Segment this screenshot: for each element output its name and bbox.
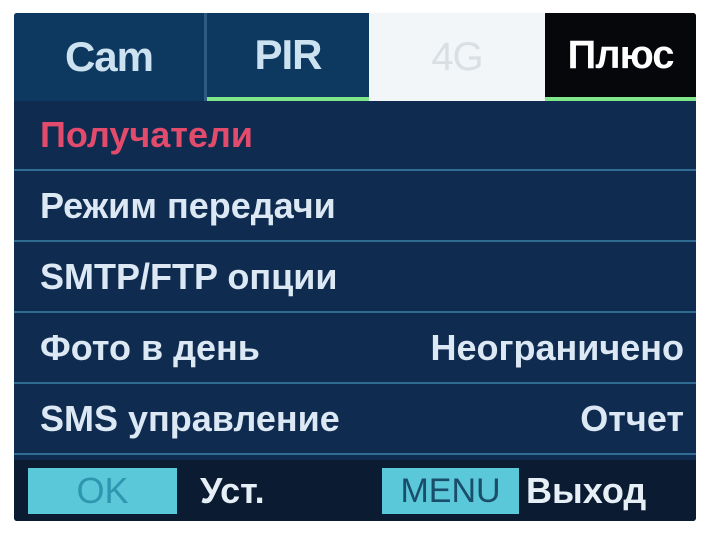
menu-item-label: Режим передачи (40, 184, 336, 226)
menu-item-transfer-mode[interactable]: Режим передачи (14, 171, 696, 242)
menu-action-label: Выход (526, 470, 647, 511)
menu-item-label: Получатели (40, 114, 253, 155)
tab-plus[interactable]: Плюс (545, 13, 696, 101)
ok-action-label: Уст. (200, 470, 265, 511)
footer-bar: OK Уст. MENU Выход (14, 460, 696, 521)
menu-item-photos-per-day[interactable]: Фото в день Неограничено (14, 313, 696, 384)
tab-4g[interactable]: 4G (369, 13, 545, 101)
tab-bar: Cam PIR 4G Плюс (14, 13, 696, 101)
menu-item-value: Отчет (580, 397, 684, 439)
tab-cam[interactable]: Cam (14, 13, 207, 101)
settings-menu: Получатели Режим передачи SMTP/FTP опции… (14, 101, 696, 455)
menu-item-label: Фото в день (40, 326, 260, 368)
menu-item-value: Неограничено (430, 326, 684, 368)
tab-pir[interactable]: PIR (207, 13, 369, 101)
menu-item-sms-control[interactable]: SMS управление Отчет (14, 384, 696, 455)
ok-button[interactable]: OK (28, 468, 177, 514)
menu-item-label: SMS управление (40, 397, 340, 439)
menu-item-recipients[interactable]: Получатели (14, 101, 696, 171)
menu-button[interactable]: MENU (382, 468, 519, 514)
menu-item-label: SMTP/FTP опции (40, 255, 338, 297)
camera-settings-screen: Cam PIR 4G Плюс Получатели Режим передач… (14, 13, 696, 521)
menu-item-smtp-ftp[interactable]: SMTP/FTP опции (14, 242, 696, 313)
